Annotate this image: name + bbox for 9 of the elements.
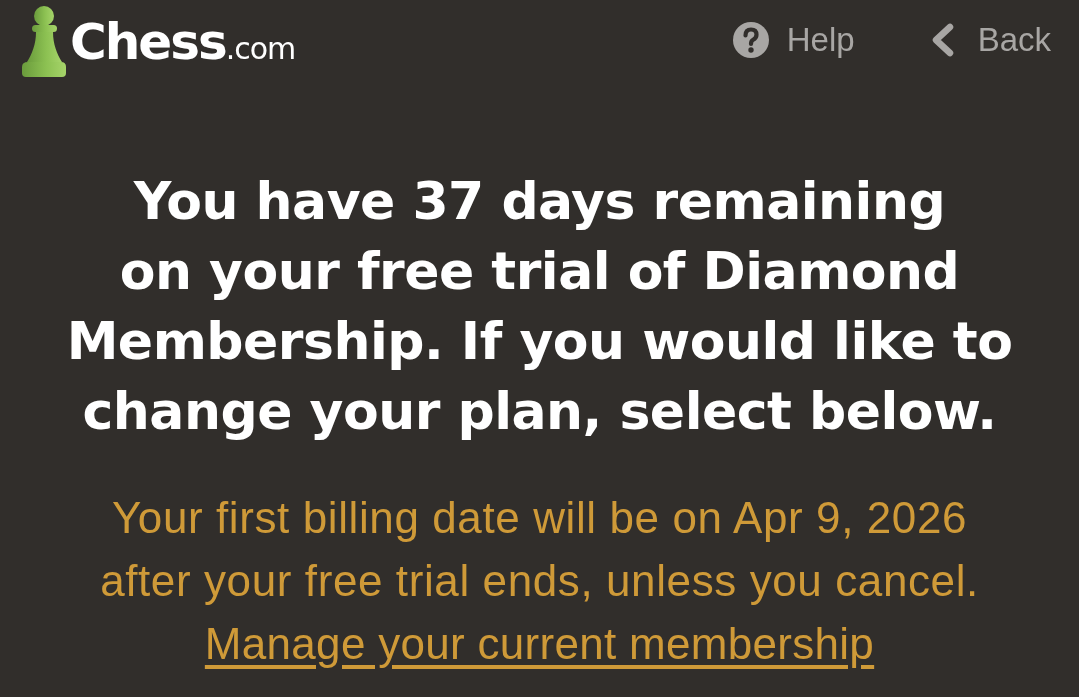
billing-note: Your first billing date will be on Apr 9, 2026 after your free trial ends, unless you cancel. [99, 492, 980, 607]
chevron-left-icon [930, 23, 954, 57]
pawn-icon [20, 4, 66, 77]
manage-membership-link[interactable]: Manage your current membership [204, 612, 875, 675]
help-icon [732, 22, 769, 58]
help-link[interactable]: Help [732, 21, 855, 59]
logo-wordmark: Chess.com [70, 17, 296, 67]
back-link[interactable]: Back [930, 21, 1051, 59]
trial-heading: You have 37 days remaining on your free trial of Diamond Membership. If you would like to change your plan, select below. [65, 170, 1014, 443]
